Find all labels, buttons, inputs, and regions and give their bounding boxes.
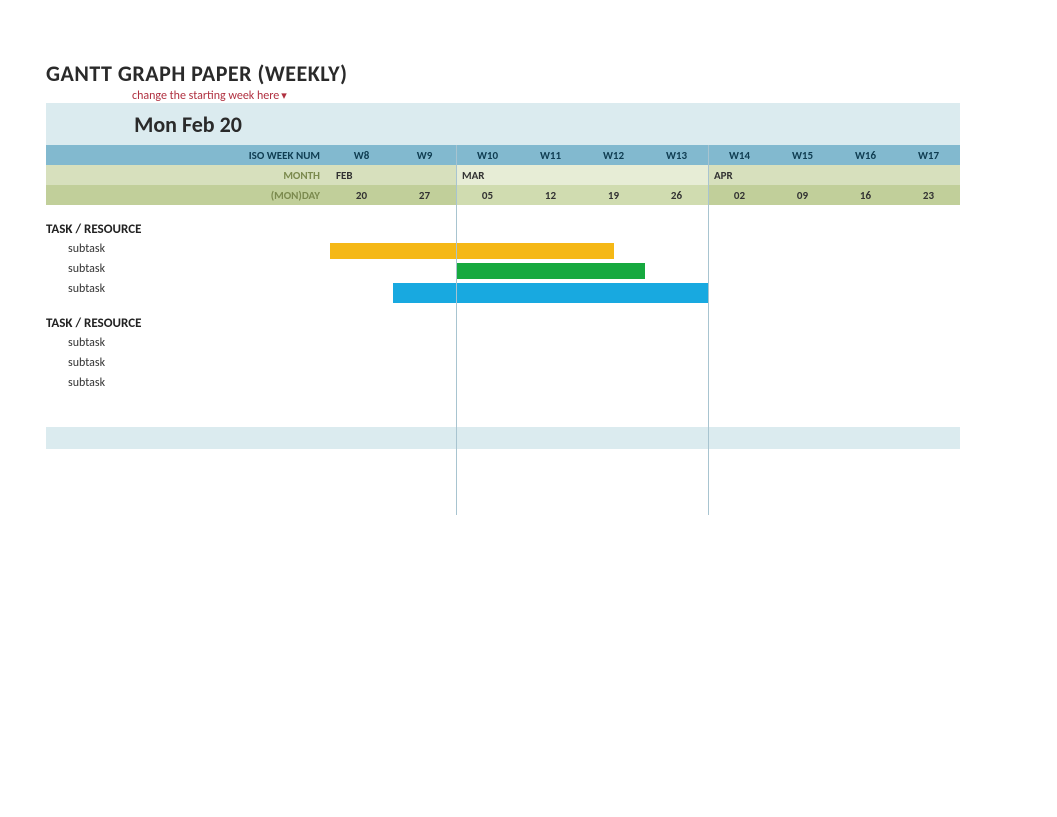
task-row: subtask xyxy=(46,279,960,299)
task-label: subtask xyxy=(46,279,330,299)
day-cell: 27 xyxy=(393,185,456,205)
day-row-label: (MON)DAY xyxy=(46,185,330,205)
task-group-label: TASK / RESOURCE xyxy=(46,313,330,333)
month-cell: FEB xyxy=(330,165,393,185)
month-cell xyxy=(834,165,897,185)
day-cell: 02 xyxy=(708,185,771,205)
task-row: subtask xyxy=(46,239,960,259)
month-row: MONTH FEB MAR APR xyxy=(46,165,960,185)
week-col: W9 xyxy=(393,145,456,165)
iso-week-row: ISO WEEK NUM W8 W9 W10 W11 W12 W13 W14 W… xyxy=(46,145,960,165)
day-row: (MON)DAY 20270512192602091623 xyxy=(46,185,960,205)
month-cell xyxy=(582,165,645,185)
day-cell: 12 xyxy=(519,185,582,205)
month-cell xyxy=(771,165,834,185)
week-col: W12 xyxy=(582,145,645,165)
month-cell xyxy=(519,165,582,185)
task-label: subtask xyxy=(46,333,330,353)
month-cell xyxy=(393,165,456,185)
task-group-header: TASK / RESOURCE xyxy=(46,313,960,333)
task-row: subtask xyxy=(46,353,960,373)
start-week-band: Mon Feb 20 xyxy=(46,103,960,145)
month-cell: MAR xyxy=(456,165,519,185)
iso-week-label: ISO WEEK NUM xyxy=(46,145,330,165)
day-cell: 09 xyxy=(771,185,834,205)
week-col: W11 xyxy=(519,145,582,165)
gantt-bar[interactable] xyxy=(393,283,708,303)
day-cell: 26 xyxy=(645,185,708,205)
task-row: subtask xyxy=(46,373,960,393)
task-label: subtask xyxy=(46,259,330,279)
task-label: subtask xyxy=(46,373,330,393)
start-week-hint: change the starting week here▾ xyxy=(132,89,1011,103)
start-week-label[interactable]: Mon Feb 20 xyxy=(46,103,330,145)
hint-text: change the starting week here xyxy=(132,89,279,103)
month-cell xyxy=(645,165,708,185)
week-col: W13 xyxy=(645,145,708,165)
day-cell: 20 xyxy=(330,185,393,205)
task-group-label: TASK / RESOURCE xyxy=(46,219,330,239)
week-col: W16 xyxy=(834,145,897,165)
day-cell: 23 xyxy=(897,185,960,205)
day-cell: 19 xyxy=(582,185,645,205)
month-row-label: MONTH xyxy=(46,165,330,185)
week-col: W10 xyxy=(456,145,519,165)
month-cell: APR xyxy=(708,165,771,185)
week-col: W17 xyxy=(897,145,960,165)
task-group-header: TASK / RESOURCE xyxy=(46,219,960,239)
week-col: W15 xyxy=(771,145,834,165)
month-cell xyxy=(897,165,960,185)
month-divider xyxy=(456,145,457,515)
chevron-down-icon: ▾ xyxy=(279,89,287,102)
task-label: subtask xyxy=(46,239,330,259)
footer-band xyxy=(46,427,960,449)
month-divider xyxy=(708,145,709,515)
gantt-chart: Mon Feb 20 ISO WEEK NUM W8 W9 W10 W11 W1… xyxy=(46,103,960,407)
page-title: GANTT GRAPH PAPER (WEEKLY) xyxy=(46,60,1011,87)
day-cell: 16 xyxy=(834,185,897,205)
task-row: subtask xyxy=(46,259,960,279)
task-row: subtask xyxy=(46,333,960,353)
day-cell: 05 xyxy=(456,185,519,205)
week-col: W14 xyxy=(708,145,771,165)
task-label: subtask xyxy=(46,353,330,373)
week-col: W8 xyxy=(330,145,393,165)
